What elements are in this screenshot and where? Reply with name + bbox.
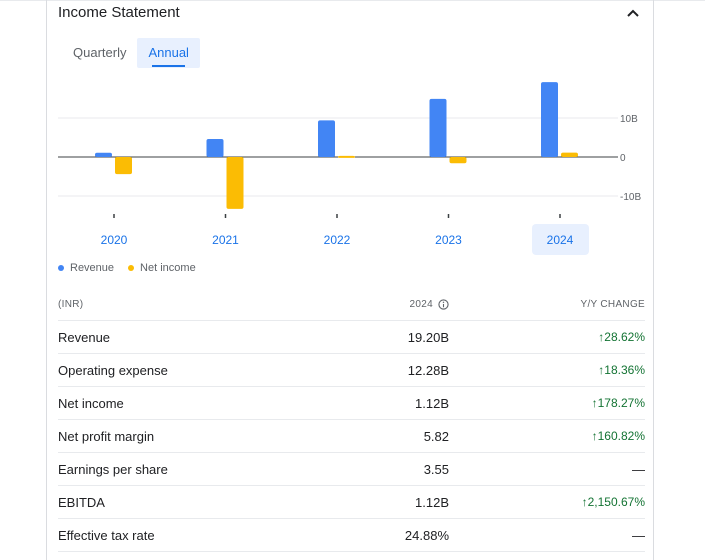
y-tick-label: -10B: [620, 192, 641, 203]
table-row: Revenue 19.20B ↑28.62%: [58, 321, 645, 354]
table-body: Revenue 19.20B ↑28.62% Operating expense 12.…: [58, 321, 645, 552]
row-change: —: [632, 528, 645, 543]
row-label: Effective tax rate: [58, 528, 155, 543]
legend-dot-net-income: [128, 265, 135, 271]
row-value: 1.12B: [415, 396, 449, 411]
row-change-value: 160.82%: [597, 429, 645, 443]
header-year: 2024: [410, 299, 449, 310]
row-label: Revenue: [58, 330, 111, 345]
table-row: Effective tax rate 24.88% —: [58, 519, 645, 552]
header-year-label: 2024: [409, 299, 433, 310]
row-change: ↑28.62%: [598, 330, 645, 344]
legend-item-net-income: Net income: [128, 262, 196, 274]
table-row: Net income 1.12B ↑178.27%: [58, 387, 645, 420]
x-tick-label[interactable]: 2023: [435, 233, 462, 247]
row-change-value: —: [632, 528, 645, 543]
legend-dot-revenue: [58, 265, 64, 271]
row-change: ↑178.27%: [592, 396, 645, 410]
legend-item-revenue: Revenue: [58, 262, 114, 274]
revenue-bar: [95, 152, 112, 157]
chart-legend: Revenue Net income: [58, 262, 210, 274]
net-income-bar: [561, 152, 578, 157]
row-value: 1.12B: [415, 495, 449, 510]
y-tick-label: 0: [620, 153, 626, 164]
row-change: ↑2,150.67%: [582, 495, 645, 509]
row-change-value: 178.27%: [597, 396, 645, 410]
x-tick-label[interactable]: 2021: [212, 233, 239, 247]
row-change-value: 2,150.67%: [587, 495, 645, 509]
row-change: ↑160.82%: [592, 429, 645, 443]
revenue-bar: [541, 82, 558, 157]
row-value: 12.28B: [407, 363, 449, 378]
table-header: (INR) 2024 Y/Y CHANGE: [58, 288, 645, 321]
row-change-value: 28.62%: [604, 330, 645, 344]
legend-label-net-income: Net income: [140, 262, 196, 274]
x-tick-label[interactable]: 2022: [324, 233, 351, 247]
row-change-value: 18.36%: [604, 363, 645, 377]
row-change-value: —: [632, 462, 645, 477]
row-label: EBITDA: [58, 495, 105, 510]
row-value: 3.55: [423, 462, 449, 477]
revenue-bar: [429, 98, 447, 157]
row-change: ↑18.36%: [598, 363, 645, 377]
row-label: Net income: [58, 396, 124, 411]
row-label: Net profit margin: [58, 429, 155, 444]
net-income-bar: [449, 157, 467, 164]
row-change: —: [632, 462, 645, 477]
net-income-bar: [226, 157, 244, 209]
net-income-bar: [338, 155, 355, 158]
row-label: Operating expense: [58, 363, 168, 378]
row-value: 24.88%: [404, 528, 449, 543]
revenue-bar: [206, 139, 224, 157]
revenue-bar: [318, 120, 335, 157]
net-income-bar: [115, 157, 132, 175]
x-tick-label[interactable]: 2020: [101, 233, 128, 247]
row-label: Earnings per share: [58, 462, 168, 477]
table-row: Operating expense 12.28B ↑18.36%: [58, 354, 645, 387]
info-icon[interactable]: [438, 299, 449, 310]
legend-label-revenue: Revenue: [70, 262, 115, 274]
table-row: Net profit margin 5.82 ↑160.82%: [58, 420, 645, 453]
header-currency: (INR): [58, 299, 84, 310]
row-value: 5.82: [423, 429, 449, 444]
table-row: EBITDA 1.12B ↑2,150.67%: [58, 486, 645, 519]
income-table: (INR) 2024 Y/Y CHANGE Revenue 19.20B ↑28.6…: [58, 288, 645, 552]
row-value: 19.20B: [407, 330, 449, 345]
x-tick-label[interactable]: 2024: [547, 233, 574, 247]
y-tick-label: 10B: [620, 114, 638, 125]
table-row: Earnings per share 3.55 —: [58, 453, 645, 486]
header-change: Y/Y CHANGE: [580, 299, 645, 310]
income-chart: 10B 0 -10B 2020 2021 2022 2023 2024: [58, 82, 641, 255]
